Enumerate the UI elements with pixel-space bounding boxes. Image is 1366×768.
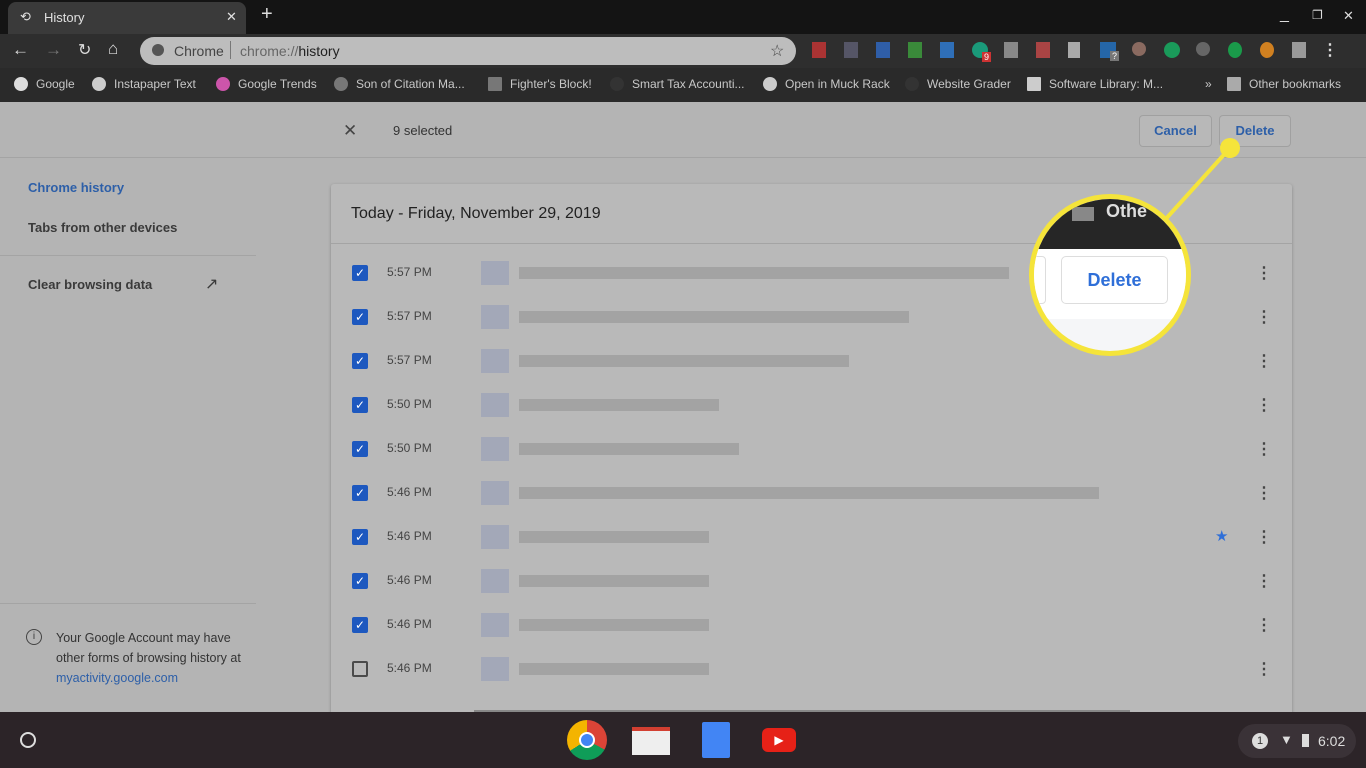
status-area[interactable]: 1 ▼ 6:02 bbox=[1238, 724, 1356, 758]
launcher-icon[interactable] bbox=[20, 732, 36, 748]
youtube-icon[interactable]: ▶ bbox=[762, 728, 796, 752]
callout-other-text: Othe bbox=[1106, 201, 1148, 221]
callout-delete-button: Delete bbox=[1061, 256, 1168, 304]
callout-overlay bbox=[1161, 138, 1240, 224]
callout-dot bbox=[1220, 138, 1240, 158]
shelf: ▶ 1 ▼ 6:02 bbox=[0, 712, 1366, 768]
battery-icon bbox=[1302, 734, 1309, 747]
chrome-app-icon[interactable] bbox=[567, 720, 607, 760]
callout-magnifier: Othe Delete bbox=[1029, 194, 1191, 356]
docs-icon[interactable] bbox=[702, 722, 730, 758]
gmail-icon[interactable] bbox=[632, 727, 670, 755]
wifi-icon: ▼ bbox=[1280, 732, 1293, 747]
notification-count: 1 bbox=[1252, 733, 1268, 749]
clock: 6:02 bbox=[1318, 733, 1346, 749]
